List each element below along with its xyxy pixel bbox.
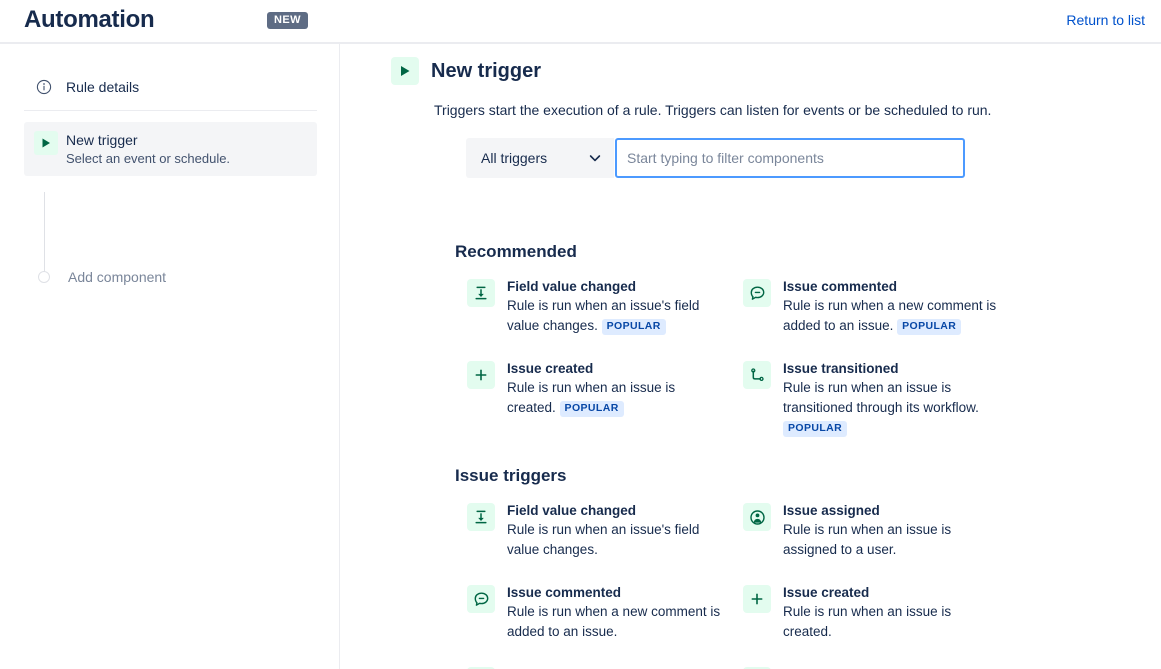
trigger-card[interactable]: Issue deleted Rule is run when an issue … — [455, 658, 726, 669]
automation-page: Automation NEW Return to list Rule detai… — [0, 0, 1161, 669]
trigger-card[interactable]: Issue commented Rule is run when a new c… — [455, 576, 726, 642]
new-badge: NEW — [267, 12, 308, 29]
row-spacer — [455, 336, 1015, 352]
trigger-desc: Rule is run when an issue's field value … — [507, 296, 722, 336]
popular-badge: POPULAR — [783, 421, 848, 437]
person-circle-icon — [743, 503, 771, 531]
section-recommended: Recommended Field value changed Rule is … — [455, 240, 1015, 438]
play-triangle-icon — [34, 131, 58, 155]
trigger-card[interactable]: Field value changed Rule is run when an … — [455, 494, 726, 560]
section-title: Issue triggers — [455, 466, 567, 485]
trigger-title: Issue assigned — [783, 503, 880, 518]
page-header: Automation NEW Return to list — [0, 0, 1161, 44]
trigger-card[interactable]: Issue created Rule is run when an issue … — [726, 576, 997, 642]
row-spacer — [455, 560, 1015, 576]
filter-row: All triggers — [466, 138, 965, 178]
row-spacer — [455, 642, 1015, 658]
trigger-title: Field value changed — [507, 279, 637, 294]
trigger-desc: Rule is run when an issue's field value … — [507, 522, 700, 557]
trigger-desc: Rule is run when an issue is created. — [783, 604, 952, 639]
sidebar-connector-line — [44, 192, 45, 272]
popular-badge: POPULAR — [559, 401, 624, 417]
sidebar-add-component-label: Add component — [68, 269, 167, 285]
field-value-changed-icon — [467, 279, 495, 307]
trigger-title: Issue commented — [783, 279, 898, 294]
section-title: Recommended — [455, 242, 577, 261]
sidebar-item-label: Rule details — [66, 79, 140, 95]
sidebar-divider — [24, 110, 317, 111]
info-icon — [36, 79, 52, 95]
sidebar-item-new-trigger[interactable]: New trigger Select an event or schedule. — [24, 122, 317, 176]
trigger-grid: Field value changed Rule is run when an … — [455, 494, 1015, 669]
trigger-title: Issue transitioned — [783, 361, 899, 376]
filter-components-input[interactable] — [615, 138, 965, 178]
main-header: New trigger — [391, 57, 541, 85]
plus-icon — [743, 585, 771, 613]
trigger-card[interactable]: Field value changed Rule is run when an … — [455, 270, 726, 336]
main-panel: New trigger Triggers start the execution… — [340, 44, 1161, 669]
page-title: Automation — [24, 6, 155, 33]
trigger-card[interactable]: Issue transitioned Rule is run when an i… — [726, 352, 997, 438]
popular-badge: POPULAR — [601, 319, 666, 335]
sidebar-item-rule-details[interactable]: Rule details — [24, 68, 317, 106]
trigger-card[interactable]: Issue commented Rule is run when a new c… — [726, 270, 997, 336]
trigger-title: Field value changed — [507, 503, 637, 518]
sidebar-new-trigger-text: New trigger Select an event or schedule. — [66, 130, 230, 168]
trigger-grid: Field value changed Rule is run when an … — [455, 270, 1015, 438]
comment-icon — [743, 279, 771, 307]
trigger-card[interactable]: Issue created Rule is run when an issue … — [455, 352, 726, 438]
play-triangle-icon — [391, 57, 419, 85]
field-value-changed-icon — [467, 503, 495, 531]
trigger-desc: Rule is run when an issue is transitione… — [783, 378, 998, 438]
trigger-desc-text: Rule is run when a new comment is added … — [783, 298, 997, 333]
return-to-list-link[interactable]: Return to list — [1066, 12, 1145, 28]
trigger-desc: Rule is run when an issue is assigned to… — [783, 522, 952, 557]
popular-badge: POPULAR — [897, 319, 962, 335]
main-description: Triggers start the execution of a rule. … — [434, 102, 992, 118]
trigger-title: Issue created — [783, 585, 870, 600]
transition-path-icon — [743, 361, 771, 389]
comment-icon — [467, 585, 495, 613]
trigger-desc: Rule is run when an issue is created. PO… — [507, 378, 722, 418]
sidebar-new-trigger-title: New trigger — [66, 132, 138, 148]
trigger-title: Issue commented — [507, 585, 622, 600]
plus-icon — [467, 361, 495, 389]
chevron-down-icon — [588, 151, 602, 165]
trigger-desc-text: Rule is run when an issue is transitione… — [783, 380, 979, 415]
rule-sidebar: Rule details New trigger Select an event… — [0, 44, 340, 669]
main-title: New trigger — [431, 59, 542, 82]
trigger-desc: Rule is run when a new comment is added … — [507, 604, 721, 639]
trigger-card[interactable]: Issue assigned Rule is run when an issue… — [726, 494, 997, 560]
section-issue-triggers: Issue triggers Field value changed Rule … — [455, 464, 1015, 669]
sidebar-item-add-component[interactable]: Add component — [24, 262, 317, 292]
trigger-type-select[interactable]: All triggers — [466, 138, 614, 178]
empty-circle-icon — [38, 271, 50, 283]
trigger-title: Issue created — [507, 361, 594, 376]
sidebar-new-trigger-subtitle: Select an event or schedule. — [66, 151, 231, 166]
trigger-desc: Rule is run when a new comment is added … — [783, 296, 998, 336]
trigger-card[interactable]: Issue link deleted Rule executes when an… — [726, 658, 997, 669]
trigger-type-select-value: All triggers — [481, 150, 548, 166]
